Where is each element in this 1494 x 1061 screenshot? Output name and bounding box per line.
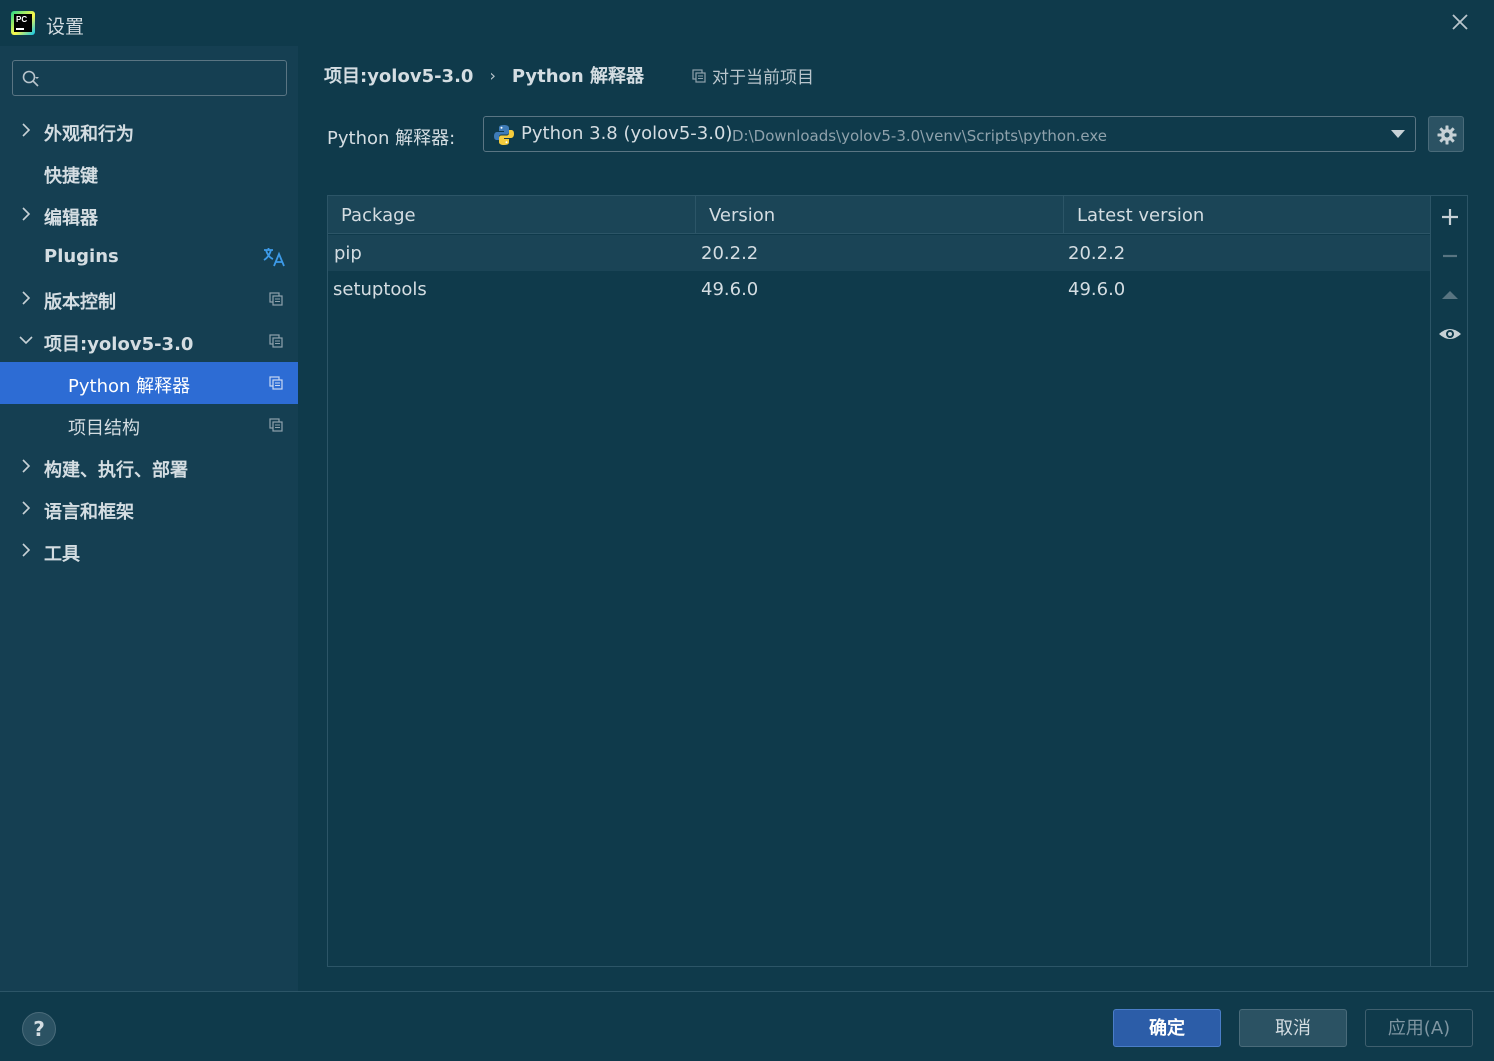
close-icon	[1452, 14, 1468, 30]
project-scope-icon	[269, 376, 283, 390]
sidebar-item-build[interactable]: 构建、执行、部署	[0, 446, 298, 488]
sidebar-item-appearance[interactable]: 外观和行为	[0, 110, 298, 152]
sidebar-item-keymap[interactable]: 快捷键	[0, 152, 298, 194]
chevron-right-icon	[22, 501, 31, 515]
chevron-down-icon	[1391, 130, 1405, 138]
interpreter-path: D:\Downloads\yolov5-3.0\venv\Scripts\pyt…	[732, 127, 1107, 145]
minus-icon[interactable]	[1437, 243, 1463, 269]
column-header-version[interactable]: Version	[696, 196, 1064, 234]
cancel-button[interactable]: 取消	[1239, 1009, 1347, 1047]
breadcrumb: 项目:yolov5-3.0 › Python 解释器	[324, 62, 644, 88]
chevron-right-icon	[22, 459, 31, 473]
title-bar: PC 设置	[0, 0, 1494, 46]
package-name: setuptools	[333, 279, 427, 300]
project-scope-hint: 对于当前项目	[692, 63, 814, 88]
sidebar-item-plugins[interactable]: Plugins	[0, 236, 298, 278]
sidebar-item-label: 工具	[44, 544, 80, 565]
python-icon	[494, 125, 514, 145]
sidebar-item-label: 项目结构	[68, 418, 140, 439]
eye-icon[interactable]	[1437, 321, 1463, 347]
translate-icon	[263, 248, 285, 267]
table-row[interactable]: setuptools 49.6.0 49.6.0	[328, 271, 1430, 307]
package-version: 20.2.2	[701, 243, 759, 264]
window-title: 设置	[46, 16, 85, 38]
search-icon	[22, 70, 39, 87]
interpreter-dropdown[interactable]: Python 3.8 (yolov5-3.0) D:\Downloads\yol…	[483, 116, 1416, 152]
column-header-package[interactable]: Package	[328, 196, 696, 234]
project-scope-icon	[269, 418, 283, 432]
breadcrumb-page: Python 解释器	[511, 66, 644, 87]
settings-content: 项目:yolov5-3.0 › Python 解释器 对于当前项目 Python…	[298, 46, 1494, 991]
chevron-right-icon	[22, 291, 31, 305]
sidebar-item-project[interactable]: 项目:yolov5-3.0	[0, 320, 298, 362]
breadcrumb-project[interactable]: 项目:yolov5-3.0	[324, 62, 473, 88]
sidebar-item-editor[interactable]: 编辑器	[0, 194, 298, 236]
upgrade-arrow-icon[interactable]	[1437, 282, 1463, 308]
sidebar-item-python-interpreter[interactable]: Python 解释器	[0, 362, 298, 404]
sidebar-item-project-structure[interactable]: 项目结构	[0, 404, 298, 446]
table-row[interactable]: pip 20.2.2 20.2.2	[328, 235, 1430, 271]
sidebar-item-languages[interactable]: 语言和框架	[0, 488, 298, 530]
interpreter-label: Python 解释器:	[327, 128, 456, 149]
chevron-right-icon	[22, 123, 31, 137]
sidebar-item-label: 语言和框架	[44, 502, 134, 523]
package-toolbar	[1430, 196, 1467, 966]
interpreter-name: Python 3.8 (yolov5-3.0)	[521, 123, 733, 144]
interpreter-settings-button[interactable]	[1428, 116, 1464, 152]
gear-icon	[1437, 125, 1457, 145]
project-scope-icon	[269, 292, 283, 306]
search-input[interactable]	[45, 65, 281, 91]
breadcrumb-separator: ›	[489, 65, 496, 85]
project-scope-icon	[269, 334, 283, 348]
chevron-right-icon	[22, 207, 31, 221]
apply-button[interactable]: 应用(A)	[1365, 1009, 1473, 1047]
sidebar-item-label: 编辑器	[44, 208, 98, 229]
table-header: Package Version Latest version	[328, 196, 1430, 234]
sidebar-item-vcs[interactable]: 版本控制	[0, 278, 298, 320]
chevron-right-icon	[22, 543, 31, 557]
column-header-latest-version[interactable]: Latest version	[1064, 196, 1430, 234]
project-scope-icon	[692, 68, 706, 83]
plus-icon[interactable]	[1437, 204, 1463, 230]
sidebar-item-label: 构建、执行、部署	[44, 460, 188, 481]
settings-search[interactable]	[12, 60, 287, 96]
chevron-down-icon	[19, 336, 33, 345]
package-latest-version: 20.2.2	[1068, 243, 1126, 264]
sidebar-item-label: 快捷键	[44, 166, 98, 187]
sidebar-item-label: 外观和行为	[44, 124, 134, 145]
package-latest-version: 49.6.0	[1068, 279, 1126, 300]
sidebar-item-label: 版本控制	[44, 292, 116, 313]
close-button[interactable]	[1446, 8, 1474, 36]
package-name: pip	[334, 243, 362, 264]
sidebar-item-label: 项目:yolov5-3.0	[44, 334, 194, 355]
sidebar-item-label: Plugins	[44, 246, 119, 267]
settings-sidebar: 外观和行为 快捷键 编辑器 Plugins 版本控制 项目:yolov5-3.0…	[0, 46, 298, 991]
ok-button[interactable]: 确定	[1113, 1009, 1221, 1047]
dialog-footer: ? 确定 取消 应用(A)	[0, 991, 1494, 1061]
sidebar-item-tools[interactable]: 工具	[0, 530, 298, 572]
package-version: 49.6.0	[701, 279, 759, 300]
packages-table: Package Version Latest version pip 20.2.…	[328, 196, 1430, 966]
scope-hint-text: 对于当前项目	[712, 68, 814, 88]
packages-panel: Package Version Latest version pip 20.2.…	[327, 195, 1468, 967]
pycharm-logo-icon: PC	[11, 11, 35, 35]
help-button[interactable]: ?	[22, 1012, 56, 1046]
sidebar-item-label: Python 解释器	[68, 376, 191, 397]
